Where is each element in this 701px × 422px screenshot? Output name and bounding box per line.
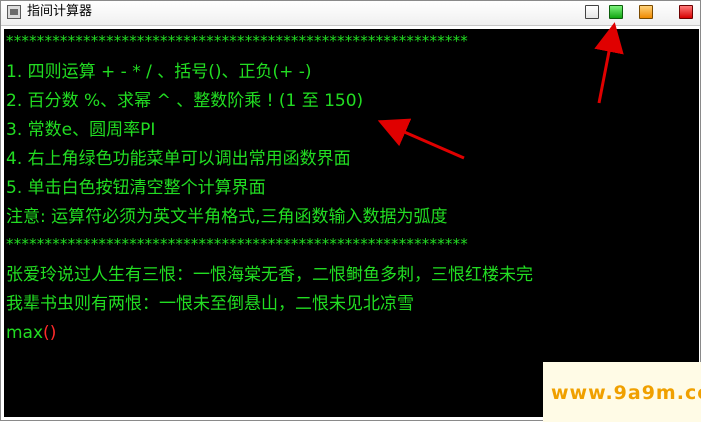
input-close-paren: ) <box>49 323 57 343</box>
watermark: www.9a9m.com <box>543 362 701 422</box>
input-line[interactable]: max() <box>6 323 56 343</box>
help-line-3: 3. 常数e、圆周率PI <box>6 120 156 140</box>
help-line-5: 5. 单击白色按钮清空整个计算界面 <box>6 178 266 198</box>
help-line-4: 4. 右上角绿色功能菜单可以调出常用函数界面 <box>6 149 351 169</box>
function-menu-button[interactable] <box>609 5 623 19</box>
help-line-2: 2. 百分数 %、求幂 ^ 、整数阶乘 ! (1 至 150) <box>6 91 364 111</box>
poem-line-2: 我辈书虫则有两恨：一恨未至倒悬山，二恨未见北凉雪 <box>6 294 414 314</box>
window-title: 指间计算器 <box>27 4 93 19</box>
calculator-window: 指间计算器 **********************************… <box>0 0 701 422</box>
minimize-button[interactable] <box>639 5 653 19</box>
notice-line: 注意: 运算符必须为英文半角格式,三角函数输入数据为弧度 <box>6 207 448 227</box>
separator-bottom: ****************************************… <box>6 235 468 253</box>
app-icon <box>7 5 21 19</box>
input-open-paren: ( <box>43 323 50 343</box>
clear-button[interactable] <box>585 5 599 19</box>
watermark-text: www.9a9m.com <box>551 382 701 404</box>
title-bar[interactable]: 指间计算器 <box>1 1 700 26</box>
calculator-console[interactable]: ****************************************… <box>4 29 699 417</box>
separator-top: ****************************************… <box>6 32 468 50</box>
close-button[interactable] <box>679 5 693 19</box>
help-line-1: 1. 四则运算 + - * / 、括号()、正负(+ -) <box>6 62 312 82</box>
poem-line-1: 张爱玲说过人生有三恨：一恨海棠无香，二恨鲥鱼多刺，三恨红楼未完 <box>6 265 533 285</box>
input-function: max <box>6 323 44 343</box>
